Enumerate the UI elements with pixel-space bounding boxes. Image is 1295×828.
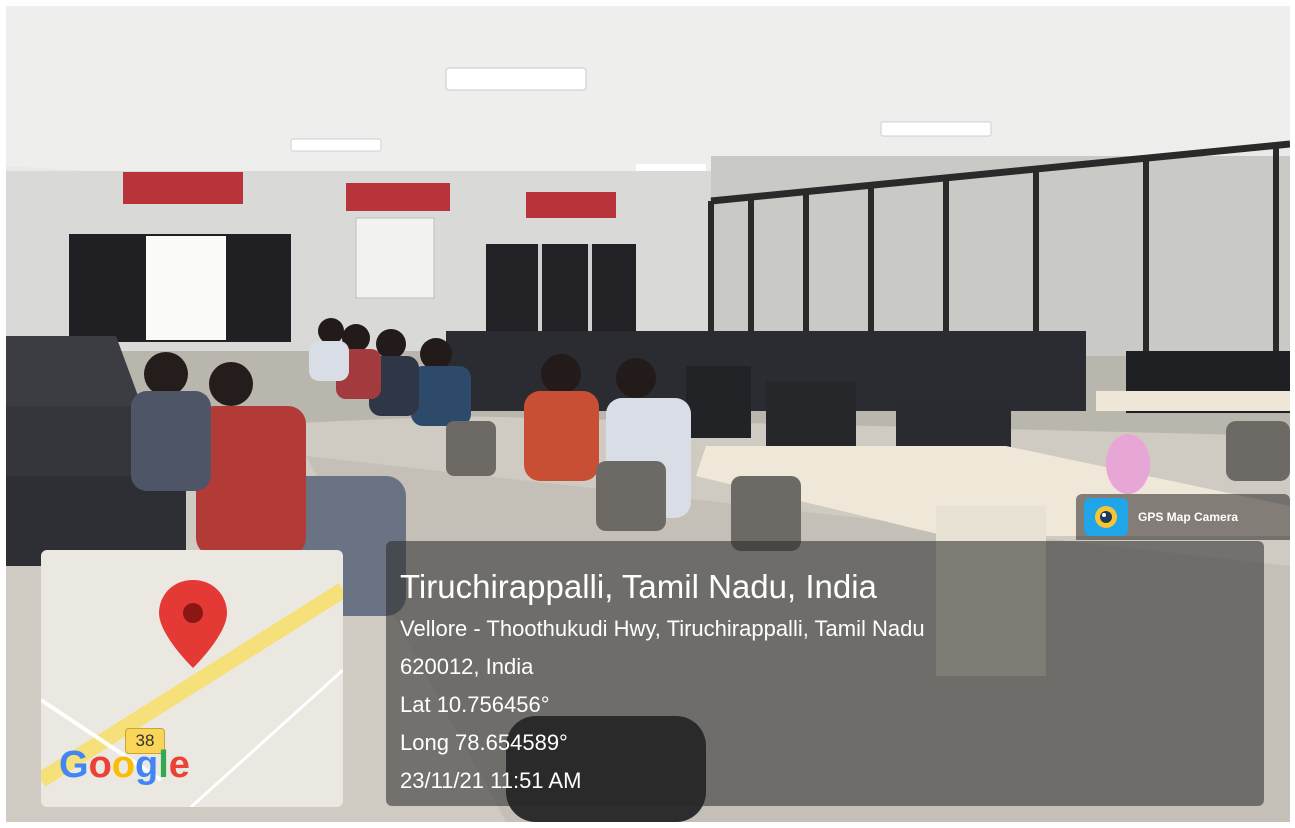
location-title: Tiruchirappalli, Tamil Nadu, India <box>400 568 877 605</box>
address-line-2: 620012, India <box>400 654 534 679</box>
map-pin-icon <box>159 580 227 668</box>
map-thumbnail: 38 Google <box>41 550 343 807</box>
longitude-text: Long 78.654589° <box>400 730 568 755</box>
google-logo: Google <box>59 744 190 786</box>
latitude-text: Lat 10.756456° <box>400 692 550 717</box>
gps-map-camera-badge: GPS Map Camera <box>1076 494 1290 540</box>
gps-map-camera-label: GPS Map Camera <box>1138 510 1239 524</box>
classroom-photo: GPS Map Camera 38 Google Tiruchirappalli… <box>6 6 1290 822</box>
datetime-text: 23/11/21 11:51 AM <box>400 768 582 793</box>
camera-lens-icon <box>1084 498 1128 536</box>
address-line-1: Vellore - Thoothukudi Hwy, Tiruchirappal… <box>400 616 925 641</box>
